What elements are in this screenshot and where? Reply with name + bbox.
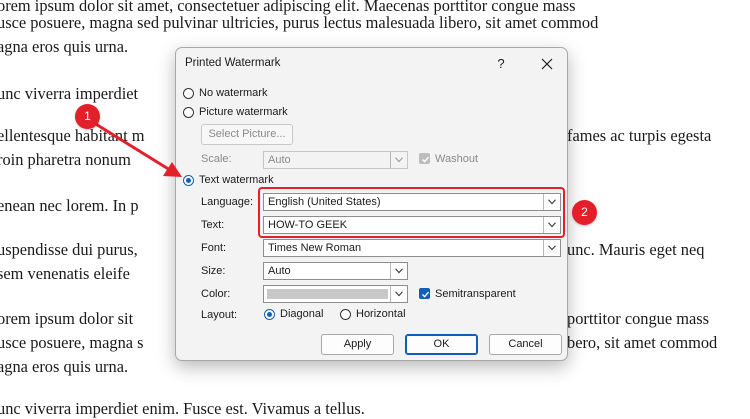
annotation-badge-2: 2 <box>572 200 597 225</box>
annotation-highlight-box <box>258 187 565 238</box>
annotation-badge-1: 1 <box>75 104 100 129</box>
